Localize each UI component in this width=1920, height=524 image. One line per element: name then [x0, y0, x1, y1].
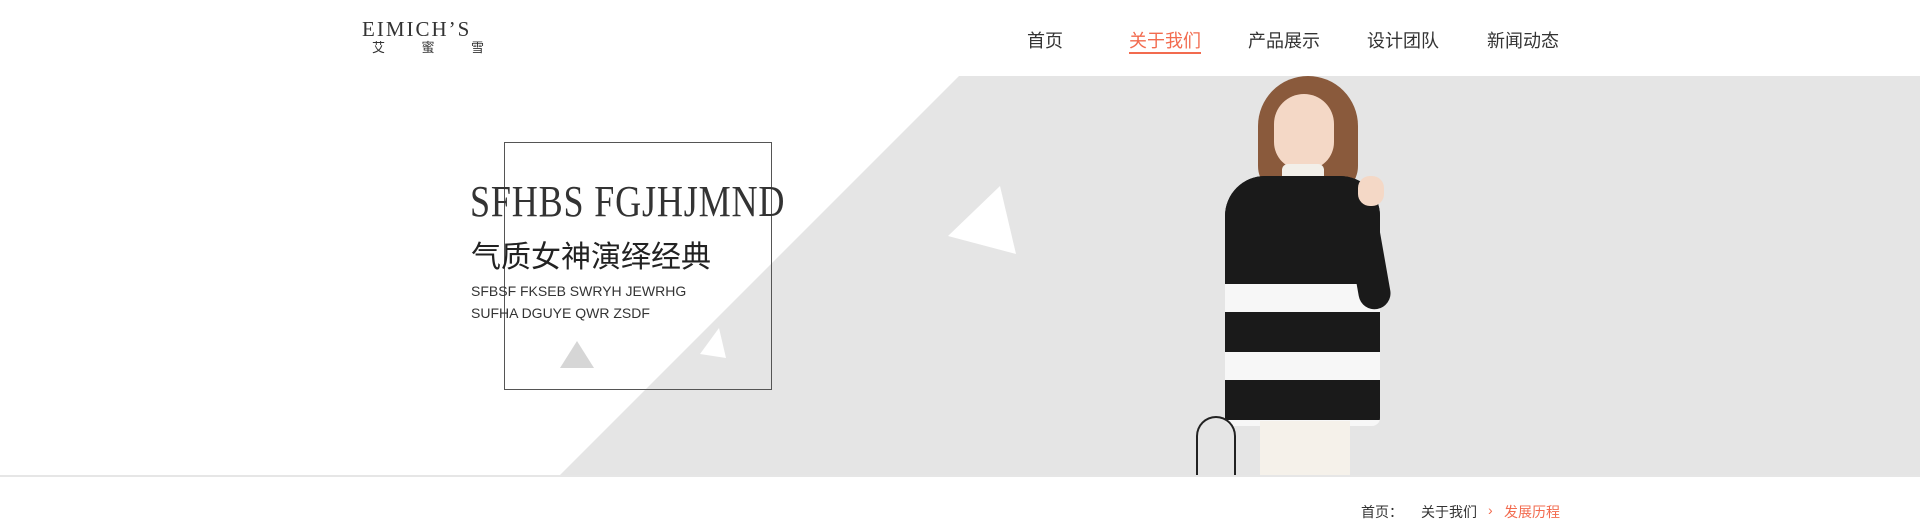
banner-subtitle-line-2: SUFHA DGUYE QWR ZSDF — [471, 305, 650, 321]
nav-item-news[interactable]: 新闻动态 — [1487, 27, 1559, 53]
site-header: EIMICH’S 艾 蜜 雪 首页 关于我们 产品展示 设计团队 新闻动态 — [0, 0, 1920, 76]
banner-subtitle-line-1: SFBSF FKSEB SWRYH JEWRHG — [471, 283, 687, 299]
logo-char: 雪 — [470, 40, 484, 55]
banner-title-cn: 气质女神演绎经典 — [471, 241, 711, 274]
model-legs — [1260, 421, 1350, 475]
model-hand — [1358, 176, 1384, 206]
model-bag — [1196, 416, 1236, 475]
model-face — [1274, 94, 1334, 170]
logo-char: 蜜 — [421, 40, 435, 55]
logo-char: 艾 — [372, 40, 386, 55]
nav-item-about[interactable]: 关于我们 — [1129, 27, 1201, 53]
logo-text-cn: 艾 蜜 雪 — [372, 40, 484, 56]
banner-title-en: SFHBS FGJHJMND — [470, 177, 786, 226]
nav-active-indicator — [1129, 52, 1201, 54]
breadcrumb-chevron-icon: › — [1488, 502, 1493, 518]
hero-banner: SFHBS FGJHJMND 气质女神演绎经典 SFBSF FKSEB SWRY… — [0, 76, 1920, 475]
breadcrumb-home[interactable]: 首页： — [1361, 502, 1403, 522]
banner-background — [560, 76, 1920, 475]
brand-logo[interactable]: EIMICH’S 艾 蜜 雪 — [362, 18, 492, 60]
nav-item-home[interactable]: 首页 — [1027, 27, 1063, 53]
section-divider — [0, 475, 1920, 477]
nav-item-products[interactable]: 产品展示 — [1248, 27, 1320, 53]
model-photo — [1190, 76, 1410, 475]
breadcrumb-current[interactable]: 发展历程 — [1504, 502, 1560, 522]
nav-item-design-team[interactable]: 设计团队 — [1367, 27, 1439, 53]
logo-text-en: EIMICH’S — [362, 17, 472, 41]
breadcrumb-about[interactable]: 关于我们 — [1421, 502, 1477, 522]
